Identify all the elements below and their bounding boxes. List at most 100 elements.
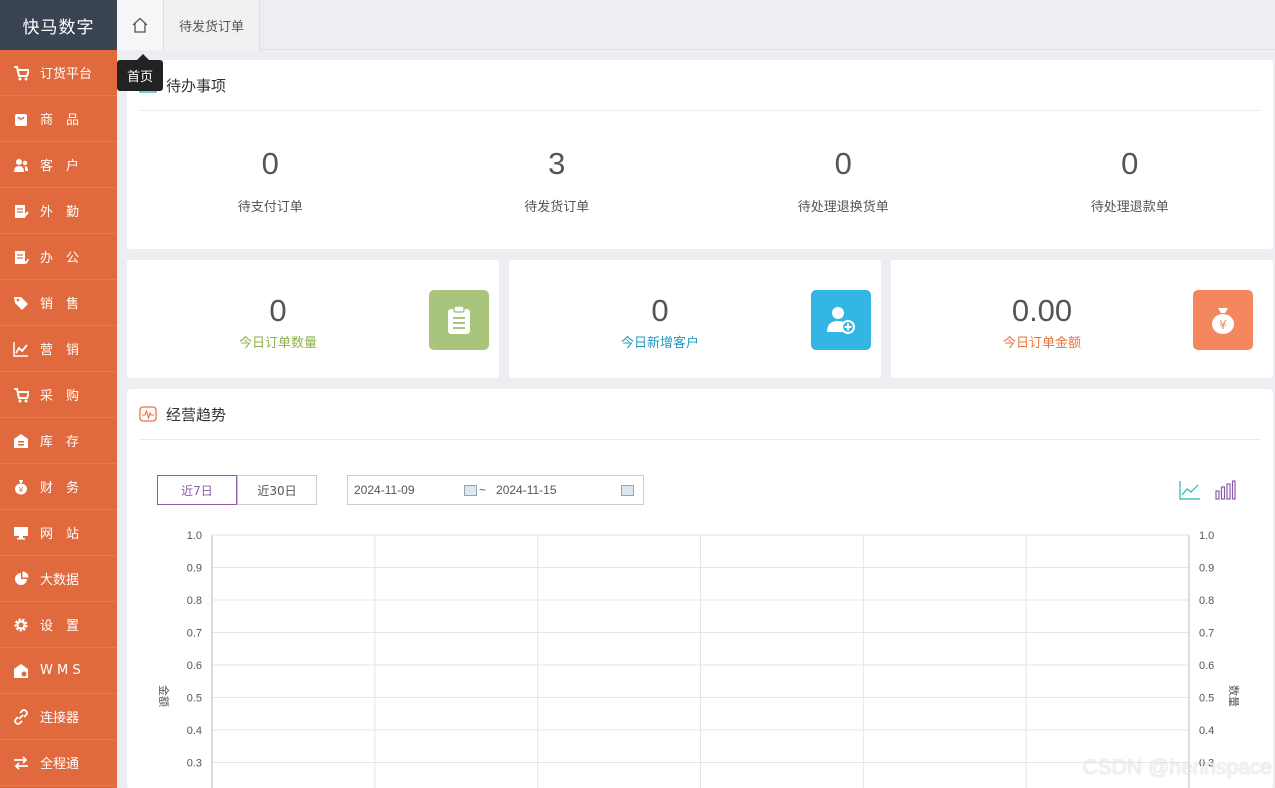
y-tick-label: 1.0 [187,530,202,542]
y-tick-label: 0.6 [187,660,202,672]
sidebar-item[interactable]: 外 勤 [0,188,117,234]
sidebar-item[interactable]: 采 购 [0,372,117,418]
y2-tick-label: 0.8 [1199,595,1214,607]
stat-label: 今日订单金额 [1002,336,1081,351]
stat-badge [429,290,489,350]
sidebar-item-label: 采 购 [40,389,80,404]
calendar-icon [621,484,635,496]
sidebar-item-label: 连接器 [40,711,80,726]
link-icon [14,708,28,725]
wms-icon [14,663,28,678]
sidebar-item[interactable]: 营 销 [0,326,117,372]
sidebar-item[interactable]: 全程通 [0,740,117,786]
sidebar-item[interactable]: 设 置 [0,602,117,648]
stat-value: 0 [651,293,669,328]
cart-icon [14,65,29,80]
stat-badge [811,290,871,350]
home-tooltip: 首页 [117,54,164,91]
todo-header: 待办事项 [139,60,1261,111]
app-logo: 快马数字 [0,0,117,50]
tab-bar: 待发货订单 [117,0,1275,50]
todo-pending-refund[interactable]: 0 待处理退款单 [987,111,1274,249]
y2-tick-label: 0.4 [1199,725,1214,737]
sidebar-item-label: W M S [40,663,81,678]
end-date: 2024-11-15 [496,483,557,497]
todo-count: 0 [1121,145,1139,181]
todo-count: 0 [834,145,852,181]
todo-count: 0 [261,145,279,181]
sidebar-item[interactable]: 订货平台 [0,50,117,96]
sidebar-item[interactable]: 销 售 [0,280,117,326]
stat-value: 0 [269,293,287,328]
sidebar-item[interactable]: 大数据 [0,556,117,602]
money-bag-icon: ¥ [1212,308,1234,334]
tab-home[interactable] [117,0,164,50]
monitor-icon [14,526,28,539]
trend-title: 经营趋势 [166,405,227,424]
y-tick-label: 0.5 [187,693,202,705]
y2-tick-label: 0.9 [1199,563,1214,575]
sidebar-item[interactable]: ¥ 财 务 [0,464,117,510]
range-30d-button[interactable]: 近30日 [237,475,317,505]
trend-chart: 1.0 1.0 0.9 0.9 0.8 0.8 0.7 0.7 0.6 0.6 0.5 0.5 0.4 0… [157,530,1240,788]
clipboard-icon [448,305,470,334]
y2-tick-label: 0.7 [1199,628,1214,640]
pie-chart-icon [15,571,29,585]
add-user-icon [827,307,855,334]
sidebar-item[interactable]: 网 站 [0,510,117,556]
todo-label: 待发货订单 [524,199,590,215]
sidebar-item-label: 办 公 [40,251,80,266]
line-chart-icon [13,341,28,357]
bar-chart-icon [1215,480,1236,500]
todo-panel: 待办事项 0 待支付订单 3 待发货订单 0 待处理退换货单 0 待处理退款单 [127,60,1273,249]
sidebar-item[interactable]: W M S [0,648,117,694]
start-date-field[interactable]: 2024-11-09 [348,483,483,497]
sidebar-item[interactable]: 办 公 [0,234,117,280]
y-axis-label: 金额 [157,685,171,707]
clipboard-edit-icon [15,204,29,218]
watermark: CSDN @herinspace [1082,756,1272,779]
pulse-icon [139,406,157,422]
end-date-field[interactable]: 2024-11-15 [490,483,640,497]
sidebar-item-label: 订货平台 [40,67,93,82]
date-range-picker: 2024-11-09 ~ 2024-11-15 [347,475,644,505]
y-tick-label: 0.9 [187,563,202,575]
y2-tick-label: 0.6 [1199,660,1214,672]
tag-icon [14,296,28,310]
y-tick-label: 0.7 [187,628,202,640]
warehouse-icon [14,433,28,448]
todo-count: 3 [548,145,566,181]
sidebar-item-label: 财 务 [40,481,80,496]
sidebar-item-label: 营 销 [40,343,80,358]
range-7d-button[interactable]: 近7日 [157,475,237,505]
todo-pending-shipment[interactable]: 3 待发货订单 [414,111,701,249]
bar-chart-toggle[interactable] [1213,478,1237,502]
gear-icon [14,618,28,631]
sidebar-item-label: 设 置 [40,619,80,634]
stat-value: 0.00 [1011,293,1073,328]
stat-label: 今日新增客户 [620,336,699,351]
home-icon [132,17,148,33]
todo-list: 0 待支付订单 3 待发货订单 0 待处理退换货单 0 待处理退款单 [127,111,1273,249]
y-tick-label: 0.8 [187,595,202,607]
line-chart-icon [1179,481,1200,500]
todo-label: 待支付订单 [237,199,303,215]
svg-text:¥: ¥ [19,486,24,494]
trend-panel: 经营趋势 近7日 近30日 2024-11-09 ~ 2024-11-15 1.… [127,389,1273,788]
sidebar-nav: 订货平台商 品客 户外 勤办 公销 售营 销采 购库 存 ¥ 财 务网 站大数据设 … [0,50,117,786]
tab-pending-shipment[interactable]: 待发货订单 [164,0,261,50]
bag-icon [15,113,27,126]
y2-tick-label: 0.5 [1199,693,1214,705]
todo-pending-return[interactable]: 0 待处理退换货单 [700,111,987,249]
start-date: 2024-11-09 [354,483,415,497]
sidebar-item-label: 客 户 [40,159,80,174]
sidebar-item-label: 大数据 [40,573,80,588]
stat-order-amount: 0.00 今日订单金额 ¥ [891,260,1273,378]
line-chart-toggle[interactable] [1178,478,1202,502]
sidebar-item[interactable]: 库 存 [0,418,117,464]
sidebar-item[interactable]: 连接器 [0,694,117,740]
todo-pending-payment[interactable]: 0 待支付订单 [127,111,414,249]
sidebar-item[interactable]: 商 品 [0,96,117,142]
stat-today-orders: 0 今日订单数量 [127,260,499,378]
sidebar-item[interactable]: 客 户 [0,142,117,188]
